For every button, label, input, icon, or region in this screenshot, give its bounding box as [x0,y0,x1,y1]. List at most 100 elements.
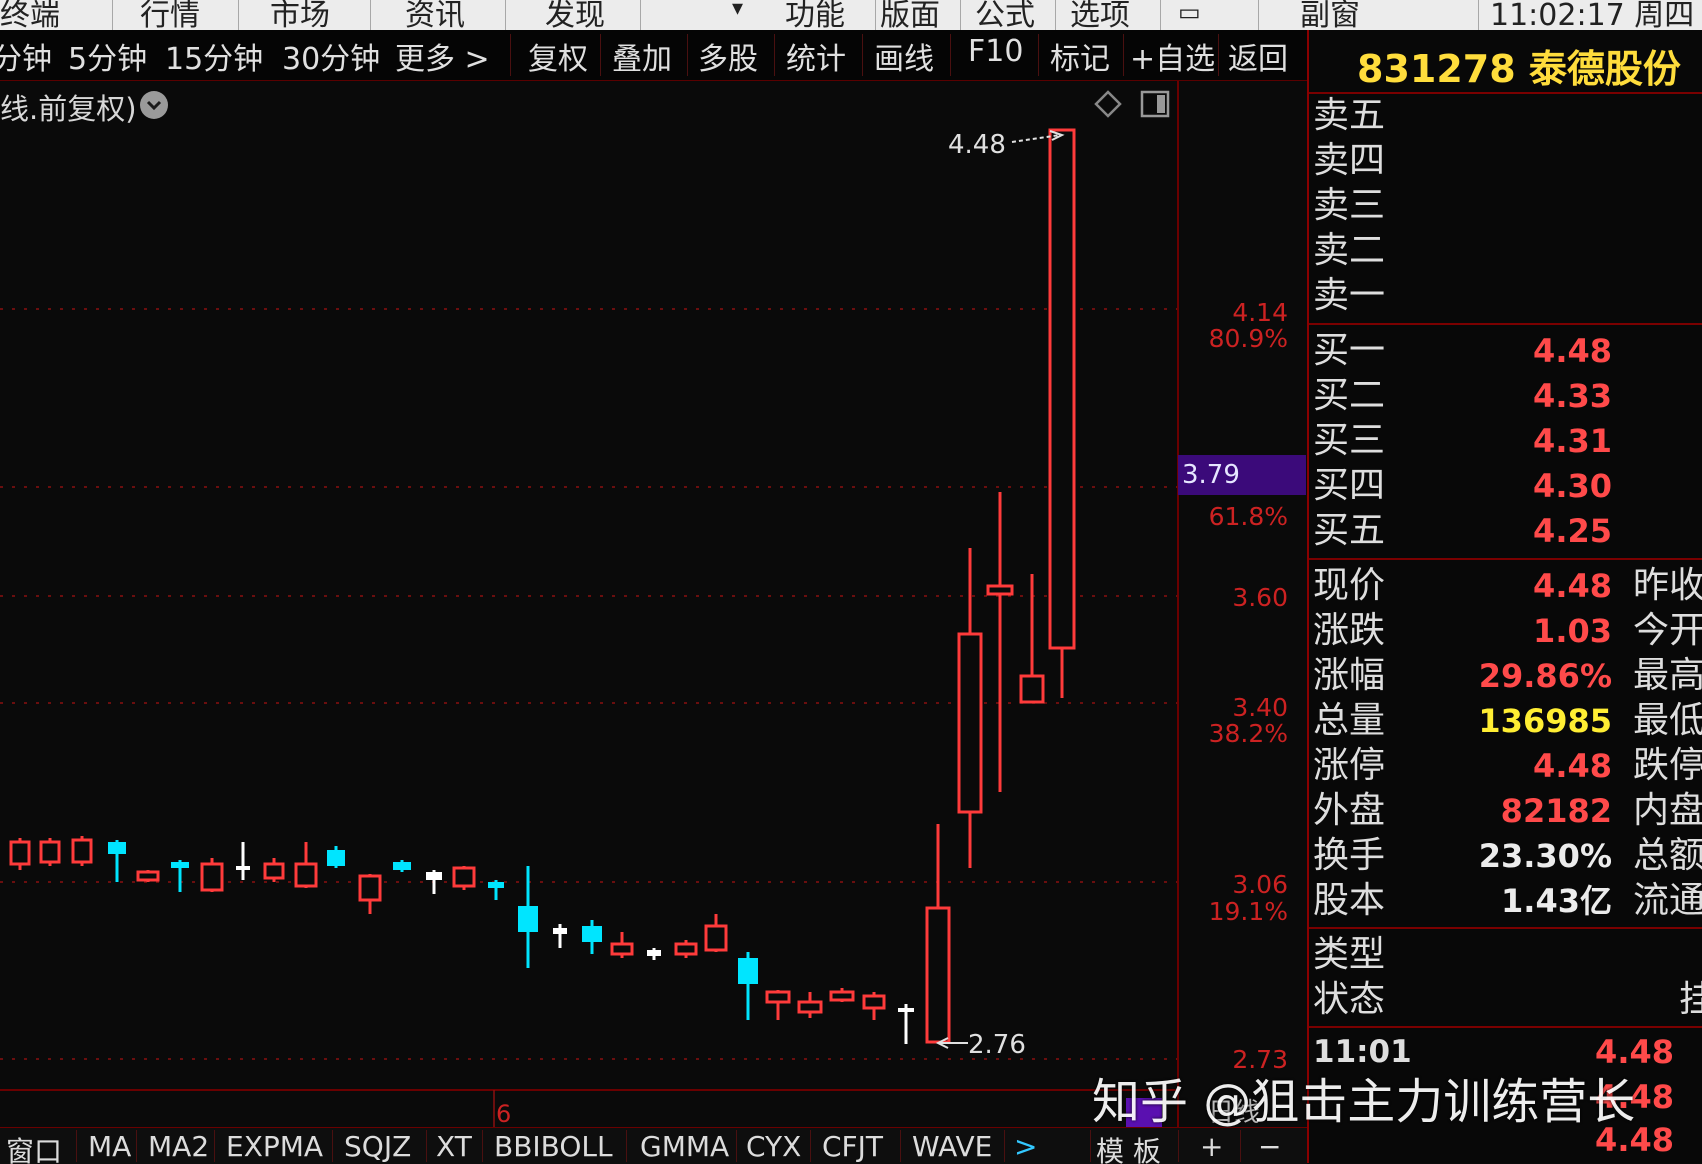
candlestick [797,992,823,1018]
stat-side-label: 最低 [1633,700,1702,741]
candlestick [925,824,951,1044]
candlestick [518,866,538,968]
low-marker: 2.76 [935,1030,1026,1060]
candle-body [488,882,504,888]
candlestick [263,858,285,882]
candle-body [765,990,791,1004]
candlestick [610,932,634,958]
stat-label: 总量 [1313,700,1386,741]
stat-side-label: 内盘 [1633,790,1702,831]
buy-5-price[interactable]: 4.25 [1533,509,1612,553]
current-price-tag: 3.79 [1178,455,1306,495]
axis-pct-label: 80.9% [1209,324,1288,353]
zoom-in-button[interactable]: + [1200,1130,1223,1163]
stat-value: 23.30% [1478,837,1612,875]
candlestick [327,846,345,868]
candlestick [647,948,661,960]
draw-line-button[interactable]: 画线 [874,34,934,78]
tab-xt[interactable]: XT [436,1130,472,1163]
buy-4-label: 买四 [1313,465,1386,506]
tab-wave[interactable]: WAVE [912,1130,992,1163]
zoom-out-button[interactable]: − [1258,1130,1281,1163]
candlestick [426,870,442,894]
candlestick [236,842,250,880]
menu-options[interactable]: 选项 [1070,0,1130,30]
candlestick [829,988,855,1002]
period-5min[interactable]: 5分钟 [68,34,147,78]
period-1min[interactable]: 分钟 [0,34,52,78]
tab-bbiboll[interactable]: BBIBOLL [494,1130,613,1163]
candlestick [898,1004,914,1044]
buy-3-price[interactable]: 4.31 [1533,419,1612,463]
candle-body [518,906,538,932]
menu-market[interactable]: 市场 [270,0,330,30]
candlestick [738,952,758,1020]
top-right-icons[interactable] [1094,90,1170,118]
stat-label: 外盘 [1313,790,1386,831]
quote-panel: 831278 泰德股份 卖五 卖四 卖三 卖二 卖一 买一 4.48 买二 4.… [1307,30,1702,1163]
add-watchlist-button[interactable]: +自选 [1130,34,1215,78]
candlestick [171,860,189,892]
stat-value: 1.03 [1533,612,1612,650]
tab-cyx[interactable]: CYX [746,1130,801,1163]
more-periods-button[interactable]: 更多 > [395,34,490,78]
template-button[interactable]: 模 板 [1096,1130,1161,1164]
candle-body [71,838,93,864]
tab-ma[interactable]: MA [88,1130,131,1163]
candlestick [358,874,382,914]
adjust-rights-button[interactable]: 复权 [528,34,588,78]
candle-body [957,632,983,814]
monitor-icon[interactable]: ▭ [1178,0,1201,26]
buy-4-price[interactable]: 4.30 [1533,464,1612,508]
clock-display: 11:02:17 周四 [1490,0,1695,31]
menu-quotes[interactable]: 行情 [140,0,200,30]
tab-window[interactable]: 窗口 [6,1130,62,1164]
candle-body [108,842,126,854]
menu-functions[interactable]: 功能 [785,0,845,30]
candlestick [136,870,160,882]
candlestick [294,842,318,888]
candle-body [704,924,728,952]
low-marker-label: 2.76 [968,1030,1026,1060]
f10-button[interactable]: F10 [968,34,1023,69]
candlestick [1048,128,1076,698]
candlestick [582,920,602,954]
tab-expma[interactable]: EXPMA [226,1130,323,1163]
stat-label: 涨幅 [1313,655,1386,696]
buy-1-price[interactable]: 4.48 [1533,329,1612,373]
menu-news[interactable]: 资讯 [405,0,465,30]
tab-gmma[interactable]: GMMA [640,1130,729,1163]
menu-discover[interactable]: 发现 [545,0,605,30]
candle-body [327,850,345,866]
menu-terminal[interactable]: 终端 [0,0,60,30]
menu-dropdown-icon[interactable]: ▾ [732,0,743,21]
period-30min[interactable]: 30分钟 [282,34,380,78]
candlestick-chart[interactable]: 4.14 80.9% 61.8% 3.60 3.40 38.2% 3.06 19… [0,81,1310,1127]
menu-layout[interactable]: 版面 [880,0,940,30]
statistics-button[interactable]: 统计 [786,34,846,78]
sell-3-label: 卖三 [1313,185,1386,226]
candle-body [925,906,951,1044]
candle-body [358,874,382,902]
sell-4-label: 卖四 [1313,140,1386,181]
multi-stock-button[interactable]: 多股 [698,34,758,78]
buy-2-price[interactable]: 4.33 [1533,374,1612,418]
axis-pct-label: 19.1% [1209,897,1288,926]
candle-body [1019,674,1045,704]
candle-body [200,862,224,892]
tab-ma2[interactable]: MA2 [148,1130,209,1163]
chevron-right-icon[interactable]: > [1014,1130,1037,1163]
back-button[interactable]: 返回 [1228,34,1288,78]
tab-sqjz[interactable]: SQJZ [344,1130,411,1163]
candlestick [39,838,61,866]
candlestick [488,880,504,900]
mark-button[interactable]: 标记 [1050,34,1110,78]
menu-formula[interactable]: 公式 [975,0,1035,30]
menu-subwindow[interactable]: 副窗 [1300,0,1360,30]
tab-cfjt[interactable]: CFJT [822,1130,883,1163]
overlay-button[interactable]: 叠加 [612,34,672,78]
candle-body [738,958,758,984]
candle-body [674,942,698,956]
candle-body [862,994,886,1010]
period-15min[interactable]: 15分钟 [165,34,263,78]
